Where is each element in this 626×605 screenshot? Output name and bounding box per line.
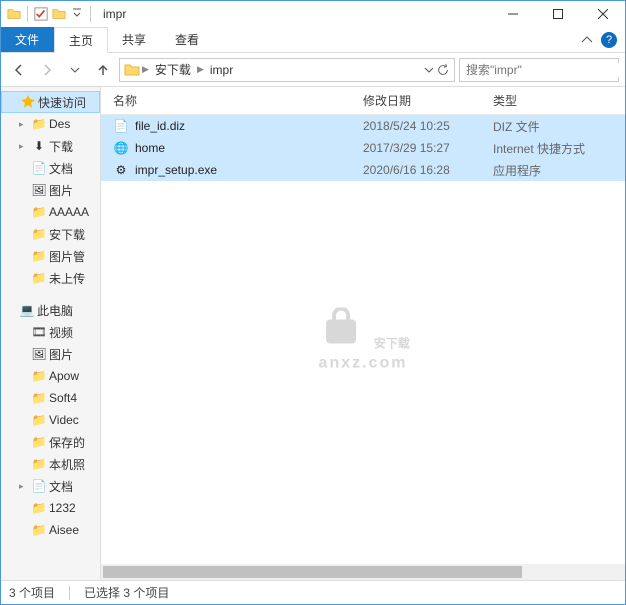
nav-bar: ▶ 安下载 ▶ impr [1,53,625,87]
status-bar: 3 个项目 已选择 3 个项目 [1,580,625,604]
search-box[interactable] [459,58,619,82]
sidebar-item[interactable]: 📄文档 [1,157,100,179]
help-icon[interactable]: ? [601,32,617,48]
breadcrumb-segment[interactable]: impr [206,63,237,77]
document-icon: 📄 [31,478,47,494]
breadcrumb[interactable]: ▶ 安下载 ▶ impr [119,58,455,82]
window-title: impr [103,7,126,21]
sidebar-item[interactable]: ▸⬇下载 [1,135,100,157]
sidebar-item[interactable]: 📁1232 [1,497,100,519]
tab-file[interactable]: 文件 [1,27,54,52]
recent-dropdown-icon[interactable] [63,58,87,82]
checkbox-icon[interactable] [34,7,48,21]
title-bar: impr [1,1,625,27]
qat-dropdown-icon[interactable] [70,7,84,21]
sidebar-item[interactable]: ▸📁Des [1,113,100,135]
forward-button[interactable] [35,58,59,82]
ribbon-expand-icon[interactable] [581,34,593,46]
minimize-button[interactable] [490,1,535,27]
column-name[interactable]: 名称 [101,92,351,109]
sidebar-this-pc[interactable]: 💻此电脑 [1,299,100,321]
ribbon-tabs: 文件 主页 共享 查看 ? [1,27,625,53]
pc-icon: 💻 [19,302,35,318]
column-type[interactable]: 类型 [481,92,625,109]
folder-icon [124,62,140,78]
folder-small-icon[interactable] [52,7,66,21]
column-date[interactable]: 修改日期 [351,92,481,109]
up-button[interactable] [91,58,115,82]
file-list: 名称 修改日期 类型 📄file_id.diz 2018/5/24 10:25 … [101,87,625,580]
pictures-icon: 🖼 [31,346,47,362]
maximize-button[interactable] [535,1,580,27]
file-icon: 📄 [113,118,129,134]
tab-view[interactable]: 查看 [161,27,214,52]
dropdown-icon[interactable] [424,65,434,75]
refresh-icon[interactable] [436,63,450,77]
tab-home[interactable]: 主页 [54,27,108,53]
column-headers: 名称 修改日期 类型 [101,87,625,115]
sidebar-item[interactable]: 🖼图片 [1,343,100,365]
breadcrumb-segment[interactable]: 安下载 [151,61,195,78]
folder-icon [7,7,21,21]
sidebar-item[interactable]: ▸📄文档 [1,475,100,497]
status-selected: 已选择 3 个项目 [84,584,169,601]
sidebar-item[interactable]: 📁安下载 [1,223,100,245]
search-input[interactable] [466,63,621,77]
pictures-icon: 🖼 [31,182,47,198]
sidebar-item[interactable]: 📁Apow [1,365,100,387]
sidebar-item[interactable]: 📁AAAAA [1,201,100,223]
sidebar-item[interactable]: 🎞视频 [1,321,100,343]
horizontal-scrollbar[interactable] [101,564,625,580]
tab-share[interactable]: 共享 [108,27,161,52]
sidebar-item[interactable]: 📁Videc [1,409,100,431]
sidebar-item[interactable]: 📁未上传 [1,267,100,289]
sidebar-quick-access[interactable]: 快速访问 [1,91,100,113]
sidebar-item[interactable]: 📁Soft4 [1,387,100,409]
download-icon: ⬇ [31,138,47,154]
sidebar-item[interactable]: 📁Aisee [1,519,100,541]
sidebar-item[interactable]: 📁图片管 [1,245,100,267]
watermark: 安下载 anxz.com [316,307,410,372]
document-icon: 📄 [31,160,47,176]
sidebar-item[interactable]: 📁保存的 [1,431,100,453]
close-button[interactable] [580,1,625,27]
file-row[interactable]: 📄file_id.diz 2018/5/24 10:25 DIZ 文件 [101,115,625,137]
status-count: 3 个项目 [9,584,55,601]
video-icon: 🎞 [31,324,47,340]
sidebar-item[interactable]: 📁本机照 [1,453,100,475]
exe-icon: ⚙ [113,162,129,178]
back-button[interactable] [7,58,31,82]
sidebar: 快速访问 ▸📁Des ▸⬇下载 📄文档 🖼图片 📁AAAAA 📁安下载 📁图片管… [1,87,101,580]
file-row[interactable]: 🌐home 2017/3/29 15:27 Internet 快捷方式 [101,137,625,159]
sidebar-item[interactable]: 🖼图片 [1,179,100,201]
file-row[interactable]: ⚙impr_setup.exe 2020/6/16 16:28 应用程序 [101,159,625,181]
url-icon: 🌐 [113,140,129,156]
